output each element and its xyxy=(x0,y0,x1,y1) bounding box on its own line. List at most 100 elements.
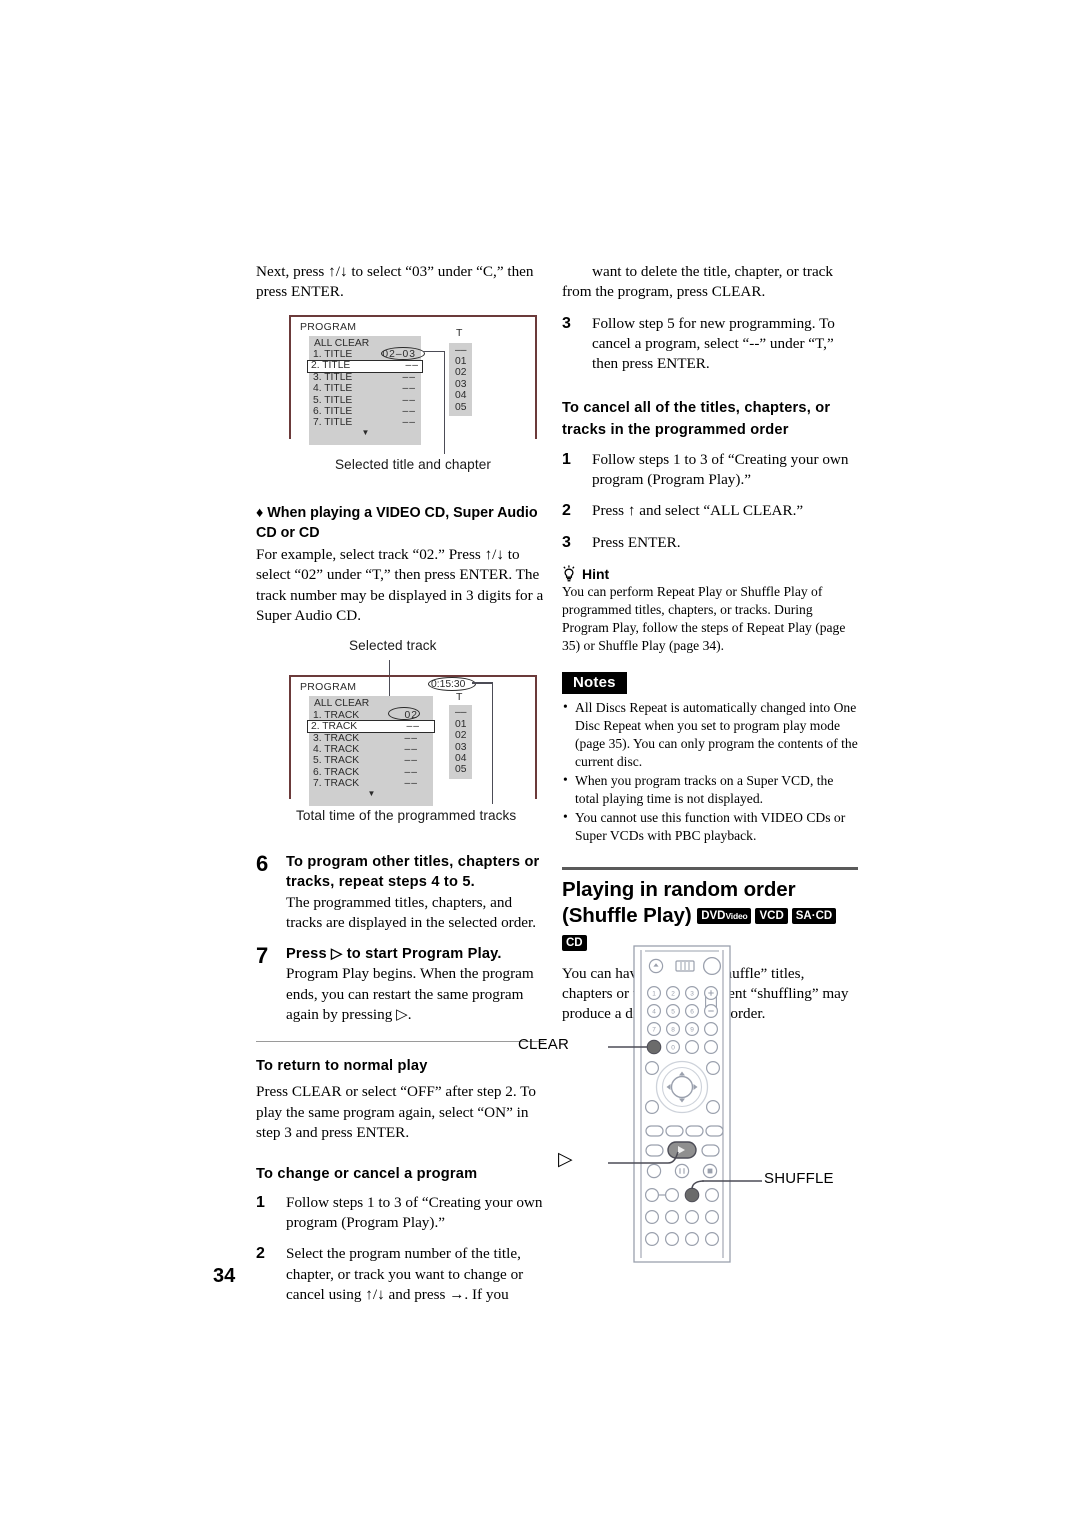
list-item: 7. TRACK –– xyxy=(313,778,418,790)
list-item: 4. TRACK –– xyxy=(313,743,418,755)
change-step-1-text: Follow steps 1 to 3 of “Creating your ow… xyxy=(286,1193,543,1232)
diagram1-screen-frame: PROGRAM ALL CLEAR 1. TITLE 02–03 2. TITL… xyxy=(289,314,537,445)
continued-paragraph: want to delete the title, chapter, or tr… xyxy=(562,263,834,301)
step-6-body: The programmed titles, chapters, and tra… xyxy=(286,893,537,931)
diagram2-program-list: ALL CLEAR 1. TRACK 02 2. TRACK –– 3. TRA… xyxy=(309,696,433,806)
cancel-step-3-number: 3 xyxy=(562,533,571,551)
diagram2-screen-title: PROGRAM xyxy=(300,681,357,694)
cancel-step-2-number: 2 xyxy=(562,502,571,520)
program-screen-diagram-track: Selected track PROGRAM ALL CLEAR 1. TRAC… xyxy=(256,638,544,838)
diagram2-caption-bottom: Total time of the programmed tracks xyxy=(296,808,517,824)
diagram1-all-clear-label: ALL CLEAR xyxy=(314,337,370,349)
list-item: 6. TRACK –– xyxy=(313,766,418,778)
list-item: 5. TRACK –– xyxy=(313,755,418,767)
list-item: 3. TITLE –– xyxy=(313,371,416,383)
diagram2-all-clear-label: ALL CLEAR xyxy=(314,698,370,710)
step-7: 7 Press ▷ to start Program Play. Program… xyxy=(256,943,544,1025)
clear-button-label: CLEAR xyxy=(518,1036,570,1053)
disc-icon-dvd-video: DVDVideo xyxy=(697,908,752,925)
notes-badge: Notes xyxy=(562,671,627,694)
play-button-label: ▷ xyxy=(558,1149,573,1170)
step-6-heading: To program other titles, chapters or tra… xyxy=(286,854,540,891)
change-step-2-number: 2 xyxy=(256,1245,265,1263)
diagram1-leader-vertical xyxy=(444,350,446,454)
svg-text:3: 3 xyxy=(690,990,694,997)
change-step-1-number: 1 xyxy=(256,1193,265,1211)
diagram1-t-column: –– 01 02 03 04 05 xyxy=(449,342,473,416)
left-column: Next, press ↑/↓ to select “03” under “C,… xyxy=(256,262,544,1316)
list-item: When you program tracks on a Super VCD, … xyxy=(562,771,858,808)
disc-icon-sacd: SA·CD xyxy=(791,908,837,925)
shuffle-button-label: SHUFFLE xyxy=(764,1170,834,1187)
diagram2-leader-vertical xyxy=(492,682,494,805)
right-column: want to delete the title, chapter, or tr… xyxy=(562,262,858,1025)
notes-block: Notes All Discs Repeat is automatically … xyxy=(562,671,858,846)
svg-text:1: 1 xyxy=(652,990,656,997)
diagram1-all-clear-row: ALL CLEAR xyxy=(313,338,418,349)
program-screen-diagram-title-chapter: PROGRAM ALL CLEAR 1. TITLE 02–03 2. TITL… xyxy=(256,314,544,481)
cancel-step-3: 3 Press ENTER. xyxy=(562,533,858,553)
svg-text:9: 9 xyxy=(690,1026,694,1033)
svg-text:7: 7 xyxy=(652,1026,656,1033)
diagram1-program-list: ALL CLEAR 1. TITLE 02–03 2. TITLE –– 3. … xyxy=(309,335,421,445)
section-rule xyxy=(562,867,858,871)
notes-list: All Discs Repeat is automatically change… xyxy=(562,698,858,846)
cancel-step-2-text: Press ↑ and select “ALL CLEAR.” xyxy=(592,502,804,520)
svg-text:8: 8 xyxy=(671,1026,675,1033)
svg-text:6: 6 xyxy=(690,1008,694,1015)
diagram2-t-column-label: T xyxy=(456,691,463,704)
change-step-2-text: Select the program number of the title, … xyxy=(286,1245,524,1303)
hint-body: You can perform Repeat Play or Shuffle P… xyxy=(562,584,846,654)
intro-paragraph: Next, press ↑/↓ to select “03” under “C,… xyxy=(256,263,534,301)
hint-heading: Hint xyxy=(562,565,858,582)
cancel-step-1: 1 Follow steps 1 to 3 of “Creating your … xyxy=(562,450,858,491)
svg-text:2: 2 xyxy=(671,990,675,997)
remote-control-illustration: 1 2 3 4 5 6 7 8 9 0 CLEAR ▷ SHUFFLE xyxy=(518,940,872,1270)
change-cancel-program-heading: To change or cancel a program xyxy=(256,1166,478,1183)
change-step-3-text: Follow step 5 for new programming. To ca… xyxy=(592,314,835,373)
change-step-3: 3 Follow step 5 for new programming. To … xyxy=(562,314,858,375)
scroll-down-caret-icon: ▼ xyxy=(361,427,370,437)
cancel-all-heading: To cancel all of the titles, chapters, o… xyxy=(562,400,831,438)
change-step-1: 1 Follow steps 1 to 3 of “Creating your … xyxy=(256,1193,544,1234)
list-item: 3. TRACK –– xyxy=(313,732,418,744)
diagram2-all-clear-row: ALL CLEAR xyxy=(313,698,430,709)
list-item: All Discs Repeat is automatically change… xyxy=(562,698,858,771)
lightbulb-icon xyxy=(562,565,576,582)
list-item: 6. TITLE –– xyxy=(313,406,416,417)
step-6: 6 To program other titles, chapters or t… xyxy=(256,852,544,933)
page-number: 34 xyxy=(213,1265,236,1287)
diagram2-screen-frame: PROGRAM ALL CLEAR 1. TRACK 02 2. TRACK –… xyxy=(289,675,537,806)
diagram2-selected-row: 2. TRACK –– xyxy=(307,720,435,734)
diagram1-leader-horizontal xyxy=(423,350,445,352)
change-step-3-number: 3 xyxy=(562,314,571,332)
scroll-down-caret-icon: ▼ xyxy=(367,788,376,798)
cancel-step-1-text: Follow steps 1 to 3 of “Creating your ow… xyxy=(592,450,849,488)
diagram2-total-time: 0:15:30 xyxy=(431,679,466,691)
diagram1-screen-title: PROGRAM xyxy=(300,320,357,333)
cancel-step-2: 2 Press ↑ and select “ALL CLEAR.” xyxy=(562,501,858,521)
cancel-step-3-text: Press ENTER. xyxy=(592,533,681,551)
manual-page: Next, press ↑/↓ to select “03” under “C,… xyxy=(0,0,1080,1528)
svg-text:4: 4 xyxy=(652,1008,656,1015)
video-cd-body: For example, select track “02.” Press ↑/… xyxy=(256,546,544,624)
section-divider xyxy=(256,1041,544,1043)
step-7-number: 7 xyxy=(256,943,269,969)
step-6-number: 6 xyxy=(256,851,269,877)
diagram1-selected-row: 2. TITLE –– xyxy=(307,359,423,373)
diagram2-caption-top: Selected track xyxy=(349,638,437,654)
diagram1-t-column-label: T xyxy=(456,326,463,339)
disc-icon-vcd: VCD xyxy=(755,908,788,925)
step-7-body: Program Play begins. When the program en… xyxy=(286,965,534,1023)
step-7-heading: Press ▷ to start Program Play. xyxy=(286,946,502,963)
return-to-normal-play-body: Press CLEAR or select “OFF” after step 2… xyxy=(256,1083,536,1142)
change-step-2: 2 Select the program number of the title… xyxy=(256,1244,544,1305)
hint-label: Hint xyxy=(582,566,610,583)
list-item: You cannot use this function with VIDEO … xyxy=(562,808,858,845)
cancel-step-1-number: 1 xyxy=(562,450,571,468)
diagram2-t-column: –– 01 02 03 04 05 xyxy=(449,705,473,779)
list-item: 5. TITLE –– xyxy=(313,394,416,406)
return-to-normal-play-heading: To return to normal play xyxy=(256,1058,428,1075)
svg-text:5: 5 xyxy=(671,1008,675,1015)
video-cd-subheading: ♦ When playing a VIDEO CD, Super Audio C… xyxy=(256,504,538,541)
